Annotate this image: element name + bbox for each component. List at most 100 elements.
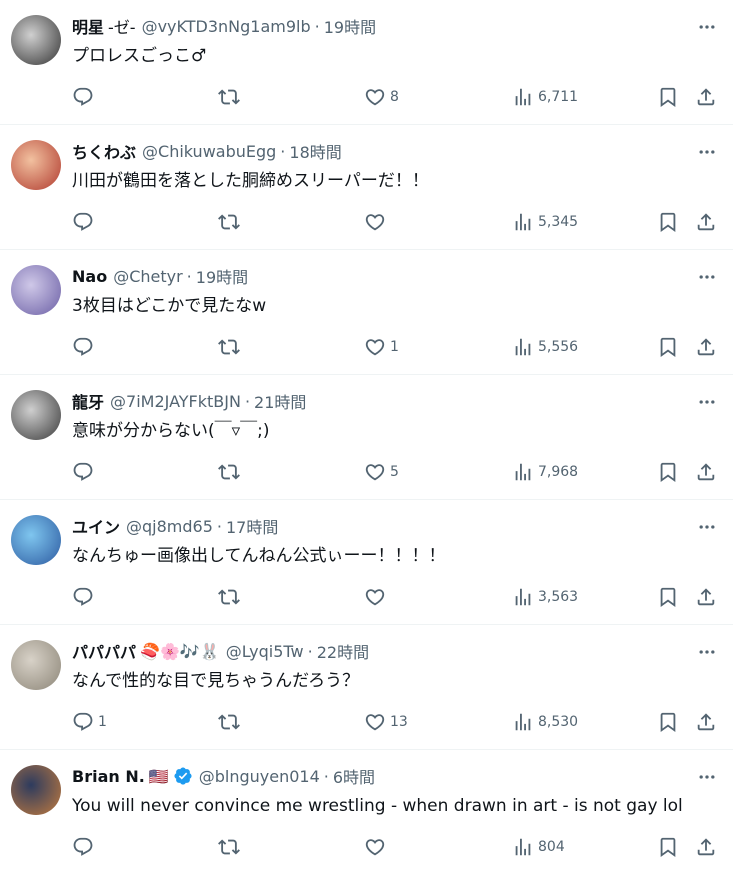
reply-button[interactable] bbox=[72, 583, 98, 611]
retweet-button[interactable] bbox=[218, 583, 244, 611]
display-name[interactable]: 龍牙 bbox=[72, 389, 104, 413]
display-name[interactable]: Brian N. bbox=[72, 767, 145, 786]
more-icon[interactable] bbox=[695, 15, 719, 39]
avatar[interactable] bbox=[11, 515, 61, 565]
avatar[interactable] bbox=[11, 765, 61, 815]
share-button[interactable] bbox=[695, 208, 717, 236]
avatar[interactable] bbox=[11, 140, 61, 190]
reply-icon bbox=[72, 86, 94, 108]
post-item[interactable]: 龍牙 @7iM2JAYFktBJN · 21時間 意味が分からない(￣▿￣;) 5 7,96… bbox=[0, 375, 733, 500]
reply-feed: 明星 -ゼ- @vyKTD3nNg1am9lb · 19時間 プロレスごっこ♂ 8 6,711… bbox=[0, 0, 733, 875]
reply-button[interactable]: 1 bbox=[72, 708, 107, 736]
post-time[interactable]: 18時間 bbox=[289, 139, 341, 163]
separator-dot: · bbox=[216, 516, 222, 536]
post-time[interactable]: 6時間 bbox=[333, 764, 375, 788]
user-handle[interactable]: @7iM2JAYFktBJN bbox=[110, 392, 241, 411]
share-button[interactable] bbox=[695, 583, 717, 611]
views-button[interactable]: 7,968 bbox=[512, 458, 578, 486]
post-item[interactable]: 明星 -ゼ- @vyKTD3nNg1am9lb · 19時間 プロレスごっこ♂ 8 6,711 bbox=[0, 0, 733, 125]
bookmark-button[interactable] bbox=[657, 208, 679, 236]
views-button[interactable]: 5,345 bbox=[512, 208, 578, 236]
views-icon bbox=[512, 336, 534, 358]
bookmark-icon bbox=[657, 836, 679, 858]
share-icon bbox=[695, 836, 717, 858]
user-handle[interactable]: @blnguyen014 bbox=[199, 767, 320, 786]
more-icon[interactable] bbox=[695, 640, 719, 664]
share-button[interactable] bbox=[695, 83, 717, 111]
views-icon bbox=[512, 461, 534, 483]
views-button[interactable]: 6,711 bbox=[512, 83, 578, 111]
views-button[interactable]: 8,530 bbox=[512, 708, 578, 736]
like-button[interactable]: 1 bbox=[364, 333, 399, 361]
reply-button[interactable] bbox=[72, 458, 98, 486]
bookmark-button[interactable] bbox=[657, 333, 679, 361]
bookmark-button[interactable] bbox=[657, 708, 679, 736]
retweet-button[interactable] bbox=[218, 208, 244, 236]
like-count: 8 bbox=[390, 89, 399, 105]
user-handle[interactable]: @qj8md65 bbox=[126, 517, 213, 536]
like-button[interactable] bbox=[364, 583, 390, 611]
like-button[interactable]: 13 bbox=[364, 708, 408, 736]
more-icon[interactable] bbox=[695, 765, 719, 789]
separator-dot: · bbox=[307, 641, 313, 661]
reply-count: 1 bbox=[98, 714, 107, 730]
user-handle[interactable]: @Chetyr bbox=[113, 267, 182, 286]
share-button[interactable] bbox=[695, 833, 717, 861]
retweet-button[interactable] bbox=[218, 458, 244, 486]
user-handle[interactable]: @vyKTD3nNg1am9lb bbox=[142, 17, 311, 36]
share-button[interactable] bbox=[695, 458, 717, 486]
reply-icon bbox=[72, 836, 94, 858]
user-handle[interactable]: @ChikuwabuEgg bbox=[142, 142, 276, 161]
reply-button[interactable] bbox=[72, 833, 98, 861]
share-button[interactable] bbox=[695, 333, 717, 361]
like-button[interactable]: 8 bbox=[364, 83, 399, 111]
post-item[interactable]: ユイン @qj8md65 · 17時間 なんちゅー画像出してんねん公式ぃーー！！！！ 3,… bbox=[0, 500, 733, 625]
post-item[interactable]: Nao @Chetyr · 19時間 3枚目はどこかで見たなw 1 5,556 bbox=[0, 250, 733, 375]
retweet-button[interactable] bbox=[218, 708, 244, 736]
display-name[interactable]: パパパパ bbox=[72, 639, 136, 663]
bookmark-button[interactable] bbox=[657, 458, 679, 486]
more-icon[interactable] bbox=[695, 140, 719, 164]
post-item[interactable]: パパパパ 🍣🌸🎶🐰 @Lyqi5Tw · 22時間 なんで性的な目で見ちゃうんだろう？ 1 1… bbox=[0, 625, 733, 750]
reply-icon bbox=[72, 336, 94, 358]
reply-icon bbox=[72, 461, 94, 483]
display-name[interactable]: Nao bbox=[72, 267, 107, 286]
avatar[interactable] bbox=[11, 640, 61, 690]
bookmark-button[interactable] bbox=[657, 583, 679, 611]
post-item[interactable]: Brian N. 🇺🇸 @blnguyen014 · 6時間 You will never… bbox=[0, 750, 733, 875]
display-name[interactable]: 明星 bbox=[72, 14, 104, 38]
display-name[interactable]: ユイン bbox=[72, 514, 120, 538]
retweet-button[interactable] bbox=[218, 333, 244, 361]
bookmark-button[interactable] bbox=[657, 83, 679, 111]
post-item[interactable]: ちくわぶ @ChikuwabuEgg · 18時間 川田が鶴田を落とした胴締めスリーパー… bbox=[0, 125, 733, 250]
views-icon bbox=[512, 211, 534, 233]
avatar[interactable] bbox=[11, 15, 61, 65]
views-button[interactable]: 5,556 bbox=[512, 333, 578, 361]
post-time[interactable]: 17時間 bbox=[226, 514, 278, 538]
avatar[interactable] bbox=[11, 390, 61, 440]
display-name[interactable]: ちくわぶ bbox=[72, 139, 136, 163]
more-icon[interactable] bbox=[695, 265, 719, 289]
like-button[interactable]: 5 bbox=[364, 458, 399, 486]
like-button[interactable] bbox=[364, 208, 390, 236]
like-button[interactable] bbox=[364, 833, 390, 861]
user-handle[interactable]: @Lyqi5Tw bbox=[226, 642, 304, 661]
post-time[interactable]: 22時間 bbox=[317, 639, 369, 663]
more-icon[interactable] bbox=[695, 390, 719, 414]
reply-button[interactable] bbox=[72, 333, 98, 361]
post-time[interactable]: 21時間 bbox=[254, 389, 306, 413]
separator-dot: · bbox=[314, 16, 320, 36]
retweet-button[interactable] bbox=[218, 833, 244, 861]
reply-button[interactable] bbox=[72, 208, 98, 236]
retweet-button[interactable] bbox=[218, 83, 244, 111]
post-time[interactable]: 19時間 bbox=[196, 264, 248, 288]
heart-icon bbox=[364, 836, 386, 858]
views-button[interactable]: 3,563 bbox=[512, 583, 578, 611]
views-button[interactable]: 804 bbox=[512, 833, 565, 861]
avatar[interactable] bbox=[11, 265, 61, 315]
share-button[interactable] bbox=[695, 708, 717, 736]
post-time[interactable]: 19時間 bbox=[324, 14, 376, 38]
more-icon[interactable] bbox=[695, 515, 719, 539]
bookmark-button[interactable] bbox=[657, 833, 679, 861]
reply-button[interactable] bbox=[72, 83, 98, 111]
